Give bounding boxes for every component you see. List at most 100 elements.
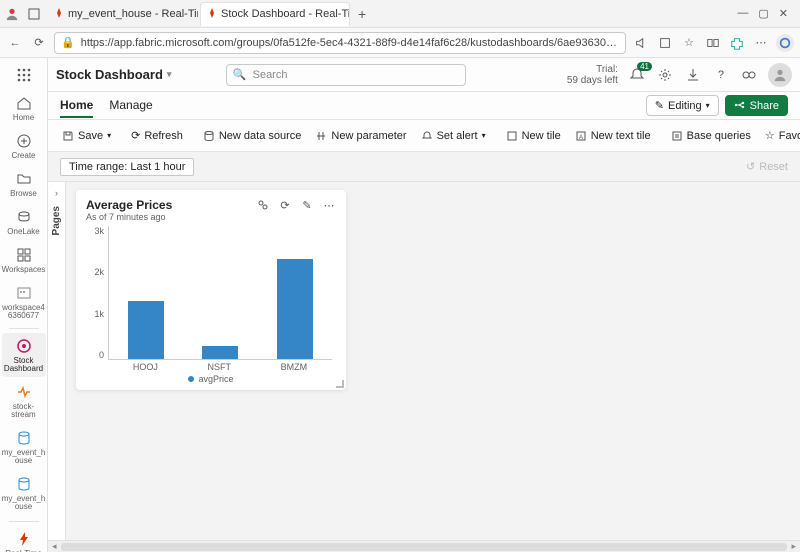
chevron-right-icon: › — [55, 188, 58, 198]
profile-icon[interactable] — [4, 6, 20, 22]
tile-icon — [506, 130, 518, 142]
read-aloud-icon[interactable] — [632, 34, 650, 52]
bar-chart: 3k 2k 1k 0 HOOJ NSFT BMZM — [86, 226, 336, 382]
plus-circle-icon — [15, 132, 33, 150]
feedback-button[interactable] — [740, 66, 758, 84]
dashboard-icon — [15, 337, 33, 355]
new-tab-button[interactable]: + — [352, 6, 372, 22]
pages-panel-toggle[interactable]: › Pages — [48, 182, 66, 540]
address-bar[interactable]: 🔒 https://app.fabric.microsoft.com/group… — [54, 32, 626, 54]
new-tile-button[interactable]: New tile — [500, 126, 567, 146]
bar — [202, 346, 238, 359]
horizontal-scrollbar[interactable]: ◂ ▸ — [48, 540, 800, 552]
svg-text:A: A — [579, 135, 583, 141]
nav-browse[interactable]: Browse — [2, 166, 46, 202]
scroll-right-icon[interactable]: ▸ — [791, 541, 796, 552]
settings-button[interactable] — [656, 66, 674, 84]
user-avatar[interactable] — [768, 63, 792, 87]
maximize-icon[interactable]: ▢ — [758, 7, 768, 20]
tile-subtitle: As of 7 minutes ago — [86, 212, 172, 222]
resize-handle[interactable] — [336, 380, 344, 388]
reset-button[interactable]: ↺ Reset — [746, 160, 788, 173]
bar — [128, 301, 164, 359]
close-window-icon[interactable]: ✕ — [779, 7, 788, 20]
new-data-source-button[interactable]: New data source — [197, 126, 308, 146]
browser-tab[interactable]: my_event_house - Real-Time Inte × — [48, 2, 198, 26]
nav-stock-dashboard[interactable]: Stock Dashboard — [2, 333, 46, 377]
share-button[interactable]: Share — [725, 95, 788, 116]
more-tile-icon[interactable]: ⋯ — [322, 198, 336, 212]
refresh-button[interactable]: ⟳Refresh — [125, 125, 189, 146]
copilot-icon[interactable] — [776, 34, 794, 52]
workspaces-icon — [15, 246, 33, 264]
favorites-icon[interactable]: ☆ — [680, 34, 698, 52]
tab-title: my_event_house - Real-Time Inte — [68, 8, 198, 20]
nav-event-house-2[interactable]: my_event_house — [2, 471, 46, 515]
search-icon: 🔍 — [233, 68, 247, 81]
time-range-chip[interactable]: Time range: Last 1 hour — [60, 158, 194, 176]
notifications-button[interactable]: 41 — [628, 66, 646, 84]
search-input[interactable]: 🔍 Search — [226, 64, 466, 86]
lake-icon — [15, 208, 33, 226]
new-parameter-button[interactable]: New parameter — [309, 126, 412, 146]
nav-onelake[interactable]: OneLake — [2, 204, 46, 240]
trial-status: Trial: 59 days left — [567, 64, 618, 86]
tab-home[interactable]: Home — [60, 94, 93, 118]
back-button[interactable]: ← — [6, 34, 24, 52]
workspace-icon — [15, 284, 33, 302]
collections-icon[interactable] — [704, 34, 722, 52]
favorite-button[interactable]: ☆Favorite — [759, 125, 800, 146]
extensions-icon[interactable] — [656, 34, 674, 52]
save-button[interactable]: Save▾ — [56, 126, 117, 146]
minimize-icon[interactable]: — — [737, 7, 748, 20]
data-source-icon — [203, 130, 215, 142]
eventstream-icon — [15, 383, 33, 401]
nav-home[interactable]: Home — [2, 90, 46, 126]
tab-actions-icon[interactable] — [26, 6, 42, 22]
reload-button[interactable]: ⟳ — [30, 34, 48, 52]
editing-mode-button[interactable]: ✎ Editing ▾ — [646, 95, 719, 116]
bell-icon — [421, 130, 433, 142]
chevron-down-icon: ▾ — [107, 131, 111, 140]
pages-label: Pages — [51, 206, 62, 235]
database-icon — [15, 475, 33, 493]
legend-swatch — [188, 376, 194, 382]
tile-title: Average Prices — [86, 198, 172, 212]
refresh-tile-icon[interactable]: ⟳ — [278, 198, 292, 212]
dashboard-canvas[interactable]: Average Prices As of 7 minutes ago ⟳ ✎ ⋯ — [66, 182, 800, 540]
chevron-down-icon: ▾ — [482, 131, 486, 140]
chevron-down-icon: ▾ — [706, 101, 710, 110]
browser-tab[interactable]: Stock Dashboard - Real-Time Inte × — [200, 2, 350, 26]
explore-data-icon[interactable] — [256, 198, 270, 212]
set-alert-button[interactable]: Set alert▾ — [415, 126, 492, 146]
nav-stock-stream[interactable]: stock-stream — [2, 379, 46, 423]
more-icon[interactable]: ⋯ — [752, 34, 770, 52]
download-button[interactable] — [684, 66, 702, 84]
ext-puzzle-icon[interactable] — [728, 34, 746, 52]
nav-rail: Home Create Browse OneLake Workspaces wo… — [0, 58, 48, 552]
nav-real-time-intelligence[interactable]: Real-Time Intelligence — [2, 526, 46, 552]
nav-workspaces[interactable]: Workspaces — [2, 242, 46, 278]
nav-event-house-1[interactable]: my_event_house — [2, 425, 46, 469]
parameter-icon — [315, 130, 327, 142]
dashboard-title-dropdown[interactable]: Stock Dashboard ▾ — [56, 67, 171, 82]
home-icon — [15, 94, 33, 112]
text-tile-icon: A — [575, 130, 587, 142]
scroll-left-icon[interactable]: ◂ — [52, 541, 57, 552]
base-queries-button[interactable]: Base queries — [665, 126, 757, 146]
new-text-tile-button[interactable]: ANew text tile — [569, 126, 657, 146]
tab-title: Stock Dashboard - Real-Time Inte — [221, 8, 350, 20]
edit-tile-icon[interactable]: ✎ — [300, 198, 314, 212]
share-icon — [734, 100, 746, 112]
help-button[interactable]: ? — [712, 66, 730, 84]
tab-manage[interactable]: Manage — [109, 94, 152, 118]
tile-average-prices[interactable]: Average Prices As of 7 minutes ago ⟳ ✎ ⋯ — [76, 190, 346, 390]
refresh-icon: ⟳ — [131, 129, 140, 142]
bolt-icon — [15, 530, 33, 548]
waffle-button[interactable] — [2, 62, 46, 88]
database-icon — [15, 429, 33, 447]
tab-favicon — [207, 8, 217, 20]
nav-workspace-current[interactable]: workspace46360677 — [2, 280, 46, 324]
pencil-icon: ✎ — [655, 99, 664, 112]
nav-create[interactable]: Create — [2, 128, 46, 164]
